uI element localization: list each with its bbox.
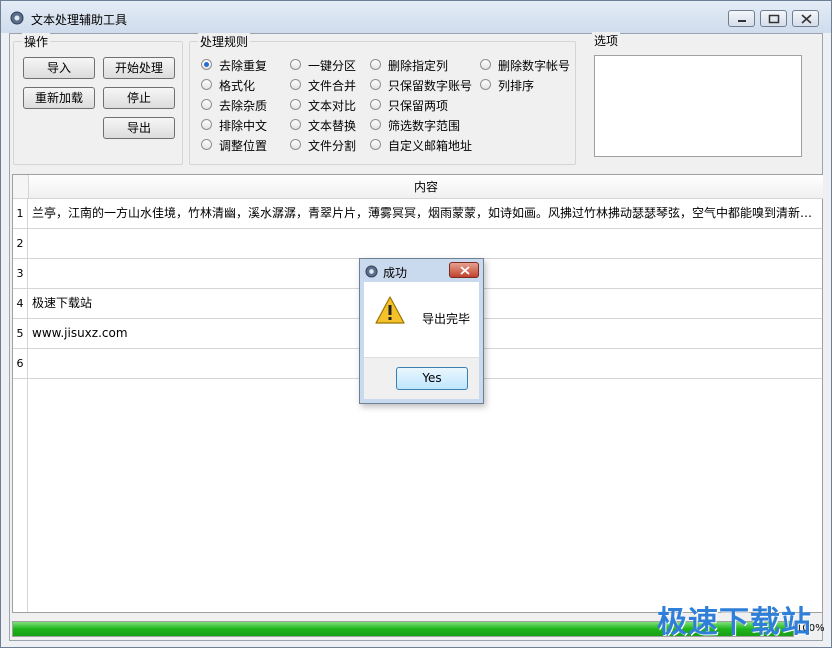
dialog-body: 导出完毕 — [364, 282, 479, 357]
app-icon — [365, 265, 378, 278]
radio-circle[interactable] — [370, 79, 381, 90]
maximize-icon — [768, 14, 780, 24]
rule-option-label: 去除杂质 — [219, 99, 268, 113]
yes-button[interactable]: Yes — [396, 367, 468, 390]
rule-option-label: 文本替换 — [308, 119, 357, 133]
app-icon — [10, 11, 24, 25]
rule-option-label: 文本对比 — [308, 99, 357, 113]
radio-circle[interactable] — [201, 119, 212, 130]
options-box[interactable] — [594, 55, 802, 157]
radio-circle[interactable] — [201, 79, 212, 90]
reload-button[interactable]: 重新加载 — [23, 87, 95, 109]
minimize-icon — [738, 20, 746, 22]
rule-option-label: 筛选数字范围 — [388, 119, 461, 133]
maximize-button[interactable] — [760, 10, 787, 27]
radio-circle[interactable] — [480, 59, 491, 70]
rule-option-label: 列排序 — [498, 79, 535, 93]
dialog-close-icon — [460, 266, 470, 275]
rules-group: 处理规则 去除重复格式化去除杂质排除中文调整位置 一键分区文件合并文本对比文本替换… — [189, 33, 576, 165]
operations-group: 操作 导入 开始处理 重新加载 停止 导出 — [13, 33, 183, 165]
dialog-footer: Yes — [364, 357, 479, 399]
close-button[interactable] — [792, 10, 819, 27]
row-number[interactable]: 3 — [13, 259, 28, 288]
rule-option-label: 调整位置 — [219, 139, 268, 153]
radio-circle[interactable] — [290, 119, 301, 130]
table-row[interactable]: 2 — [13, 229, 822, 259]
radio-circle[interactable] — [480, 79, 491, 90]
watermark-logo: 极速下载站 — [657, 605, 812, 640]
row-number[interactable]: 1 — [13, 199, 28, 228]
close-icon — [801, 14, 812, 24]
column-header-content[interactable]: 内容 — [28, 175, 823, 199]
rule-option-label: 自定义邮箱地址 — [388, 139, 473, 153]
rule-option-label: 删除指定列 — [388, 59, 449, 73]
table-row[interactable]: 1 兰亭，江南的一方山水佳境，竹林清幽，溪水潺潺，青翠片片，薄雾冥冥，烟雨蒙蒙，如… — [13, 199, 822, 229]
radio-circle[interactable] — [201, 99, 212, 110]
start-process-button[interactable]: 开始处理 — [103, 57, 175, 79]
rule-option-label: 格式化 — [219, 79, 256, 93]
grid-corner — [13, 175, 28, 199]
options-title: 选项 — [592, 32, 621, 49]
rules-title: 处理规则 — [198, 33, 251, 50]
title-bar[interactable]: 文本处理辅助工具 — [1, 1, 831, 33]
dialog-title: 成功 — [383, 266, 408, 280]
warning-icon — [375, 296, 405, 324]
radio-circle[interactable] — [201, 139, 212, 150]
radio-circle[interactable] — [290, 139, 301, 150]
radio-circle[interactable] — [290, 99, 301, 110]
rule-option-label: 文件合并 — [308, 79, 357, 93]
rule-option-label: 一键分区 — [308, 59, 357, 73]
content-cell[interactable]: 兰亭，江南的一方山水佳境，竹林清幽，溪水潺潺，青翠片片，薄雾冥冥，烟雨蒙蒙，如诗… — [32, 199, 814, 228]
rule-option-label: 文件分割 — [308, 139, 357, 153]
dialog-message: 导出完毕 — [422, 312, 471, 326]
radio-circle[interactable] — [370, 119, 381, 130]
rule-option-label: 只保留数字账号 — [388, 79, 473, 93]
radio-selected-dot — [204, 62, 209, 67]
rule-option-label: 排除中文 — [219, 119, 268, 133]
operations-title: 操作 — [22, 33, 51, 50]
content-cell[interactable] — [32, 229, 814, 258]
row-number[interactable]: 2 — [13, 229, 28, 258]
window-title: 文本处理辅助工具 — [31, 13, 128, 27]
radio-circle[interactable] — [370, 59, 381, 70]
export-button[interactable]: 导出 — [103, 117, 175, 139]
radio-circle[interactable] — [290, 59, 301, 70]
stop-button[interactable]: 停止 — [103, 87, 175, 109]
minimize-button[interactable] — [728, 10, 755, 27]
radio-circle[interactable] — [290, 79, 301, 90]
radio-circle[interactable] — [370, 139, 381, 150]
rule-option-label: 去除重复 — [219, 59, 268, 73]
dialog-close-button[interactable] — [449, 262, 479, 278]
row-number[interactable]: 6 — [13, 349, 28, 378]
rule-option-label: 删除数字帐号 — [498, 59, 571, 73]
import-button[interactable]: 导入 — [23, 57, 95, 79]
row-number[interactable]: 5 — [13, 319, 28, 348]
radio-circle[interactable] — [370, 99, 381, 110]
radio-circle[interactable] — [201, 59, 212, 70]
row-number[interactable]: 4 — [13, 289, 28, 318]
rule-option-label: 只保留两项 — [388, 99, 449, 113]
success-dialog: 成功 导出完毕 Yes — [359, 258, 484, 404]
